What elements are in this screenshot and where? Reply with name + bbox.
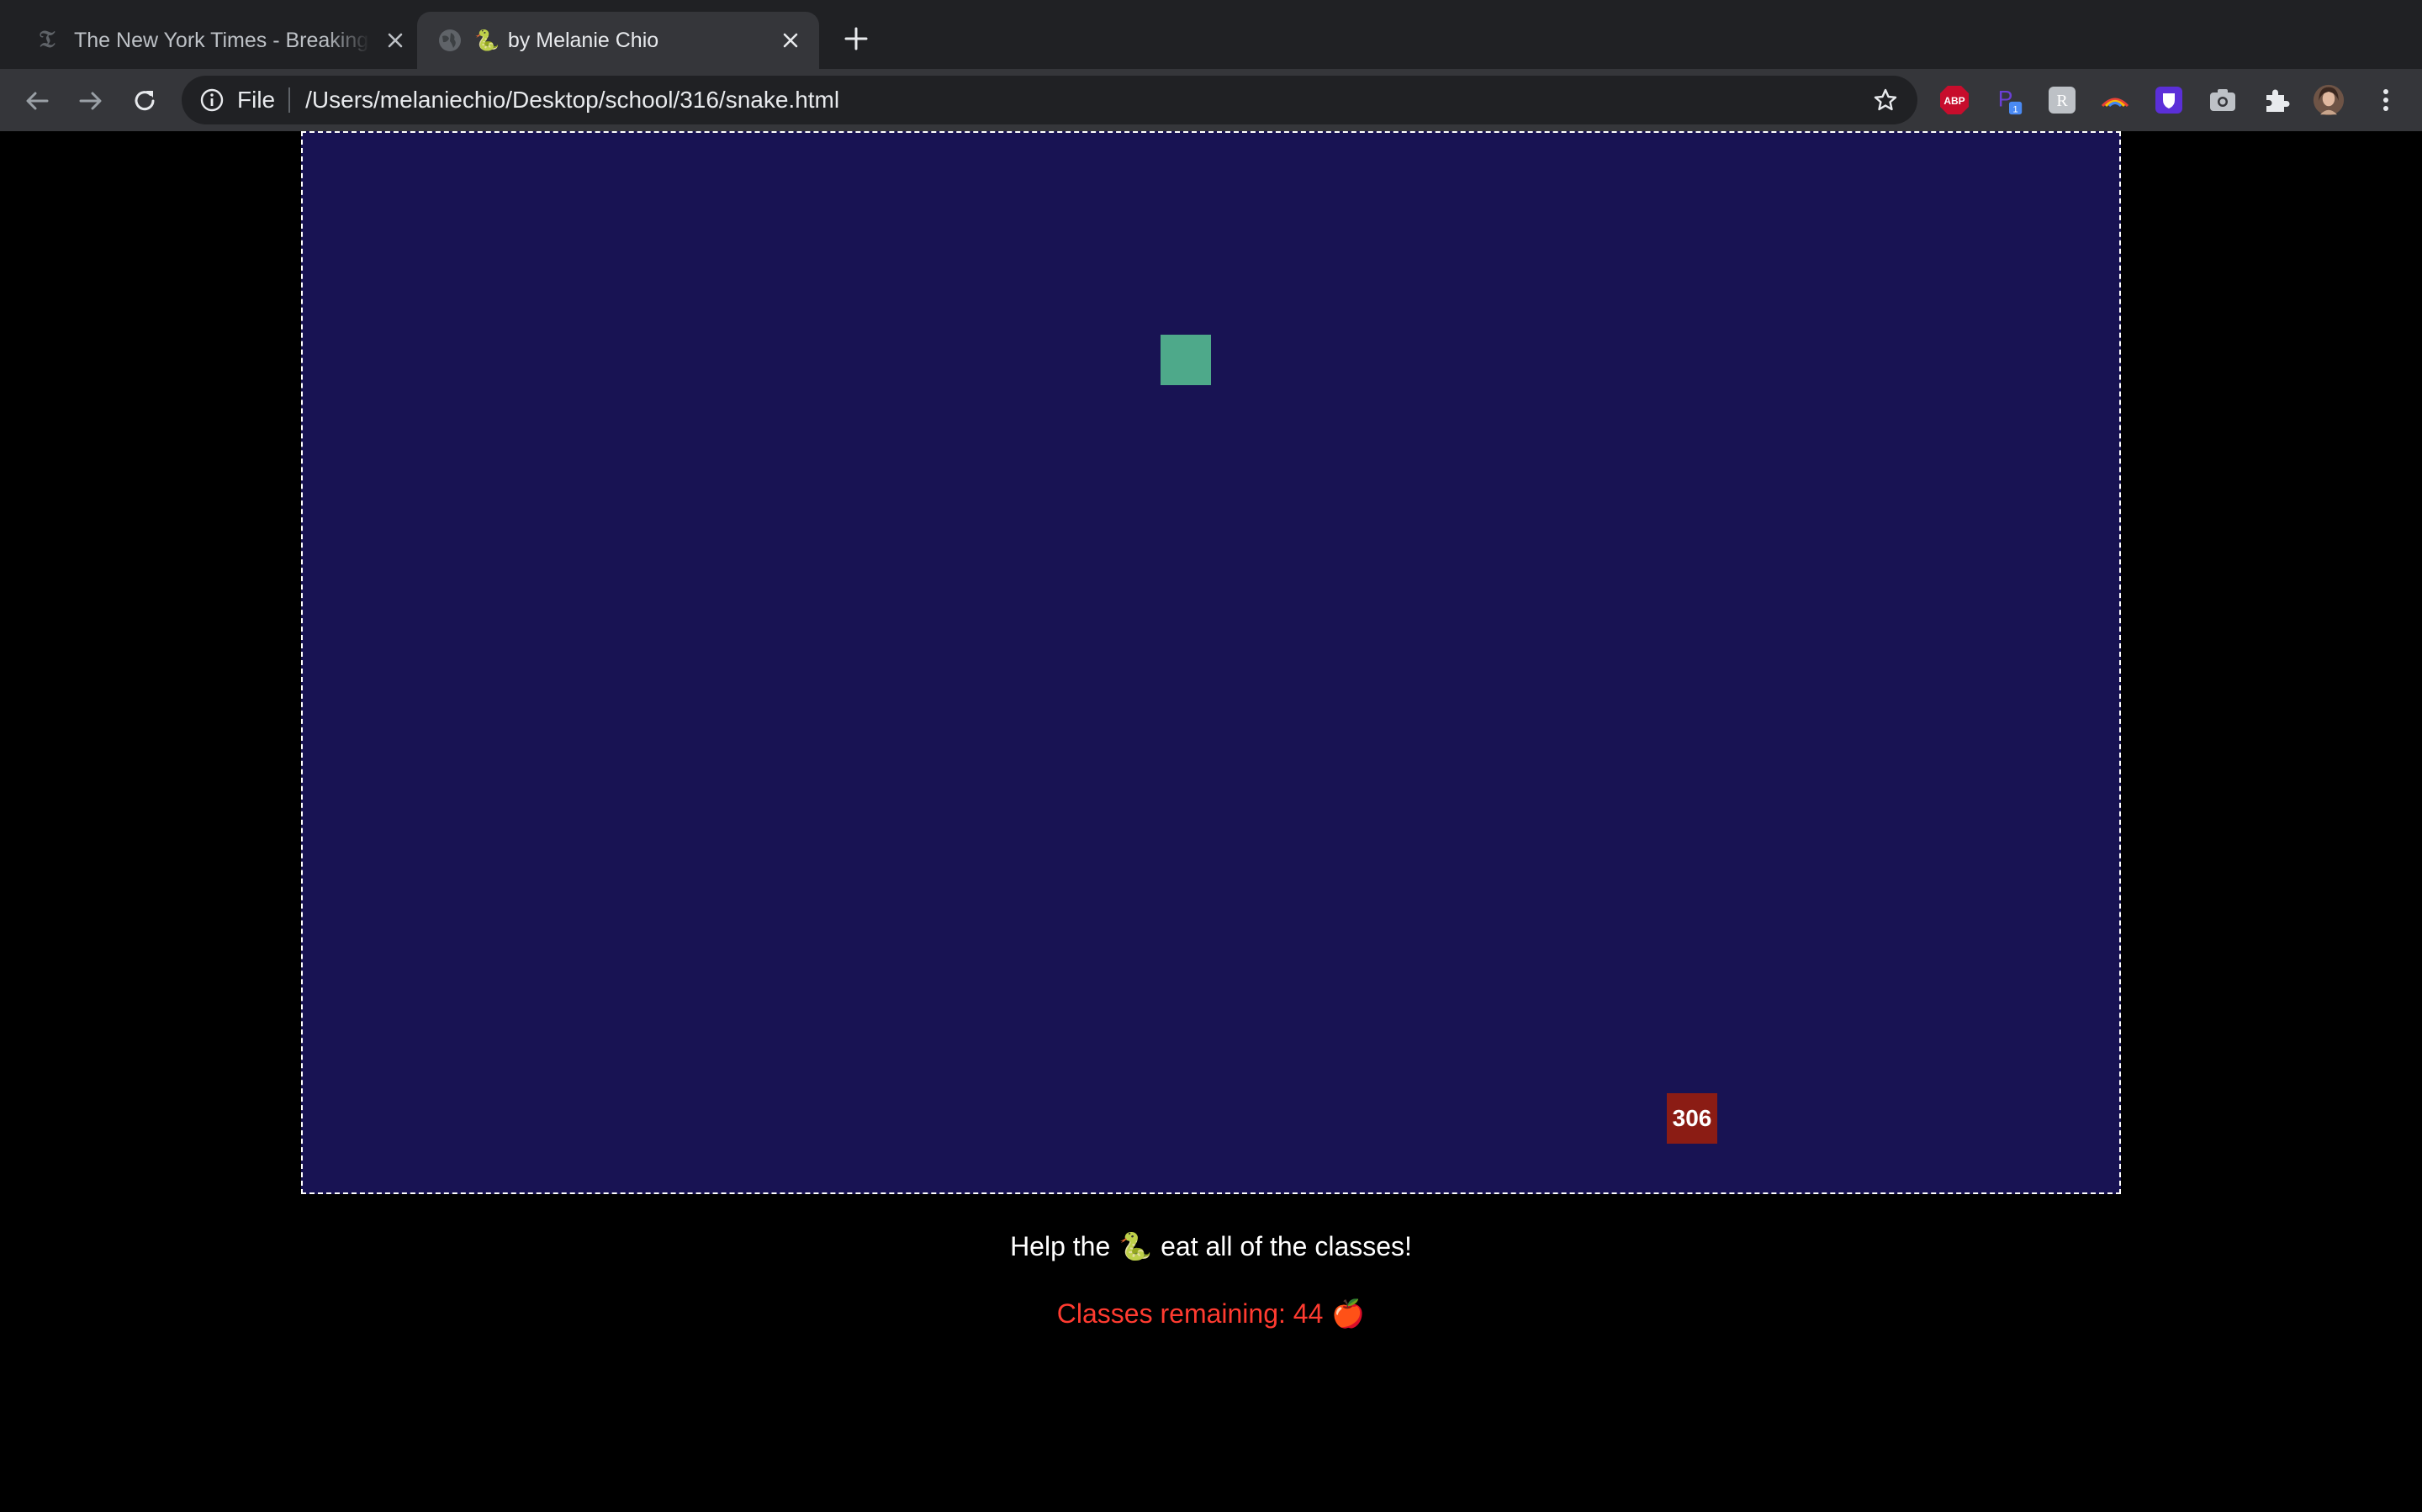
food-class-tile: 306 <box>1667 1093 1717 1144</box>
close-icon[interactable] <box>777 27 804 54</box>
extension-badge: 1 <box>2012 104 2017 114</box>
kebab-menu-icon[interactable] <box>2370 84 2402 116</box>
instructions-text: Help the 🐍 eat all of the classes! <box>0 1228 2422 1265</box>
extension-p-icon[interactable]: P 1 <box>1993 84 2025 116</box>
reload-icon[interactable] <box>128 84 161 118</box>
nyt-logo-icon: 𝔗 <box>39 27 56 53</box>
classes-remaining-label: Classes remaining: 44 <box>1056 1298 1324 1329</box>
plus-icon[interactable] <box>841 24 871 54</box>
extension-label: R <box>2056 92 2068 110</box>
url-text[interactable]: /Users/melaniechio/Desktop/school/316/sn… <box>305 87 839 114</box>
extension-label: ABP <box>1943 95 1965 107</box>
snake-emoji: 🐍 <box>474 29 500 52</box>
extension-shield-icon[interactable] <box>2153 84 2185 116</box>
classes-remaining: Classes remaining: 44 🍎 <box>0 1295 2422 1332</box>
info-icon[interactable] <box>198 87 225 114</box>
extension-r-icon[interactable]: R <box>2046 84 2078 116</box>
url-scheme: File <box>237 87 276 113</box>
url-separator <box>288 87 291 113</box>
close-icon[interactable] <box>382 27 409 54</box>
instructions-after: eat all of the classes! <box>1161 1231 1412 1261</box>
adblock-plus-icon[interactable]: ABP <box>1938 84 1970 116</box>
puzzle-icon[interactable] <box>2261 84 2292 116</box>
instructions-before: Help the <box>1010 1231 1111 1261</box>
back-arrow-icon[interactable] <box>20 84 54 118</box>
apple-emoji: 🍎 <box>1331 1298 1366 1329</box>
tab-strip: 𝔗 The New York Times - Breaking 🐍 by Mel… <box>0 0 2422 69</box>
camera-icon[interactable] <box>2207 84 2239 116</box>
profile-avatar[interactable] <box>2313 84 2345 116</box>
address-bar[interactable]: File /Users/melaniechio/Desktop/school/3… <box>182 76 1917 124</box>
tab-snake-game[interactable]: 🐍 by Melanie Chio <box>417 12 819 69</box>
bookmark-star-icon[interactable] <box>1872 87 1899 114</box>
rainbow-extension-icon[interactable] <box>2099 84 2131 116</box>
tab-nytimes[interactable]: 𝔗 The New York Times - Breaking <box>25 12 414 69</box>
tab-title: by Melanie Chio <box>507 28 659 52</box>
snake-head <box>1161 335 1211 385</box>
forward-arrow-icon[interactable] <box>74 84 108 118</box>
snake-emoji: 🐍 <box>1118 1231 1153 1261</box>
globe-icon <box>439 29 461 51</box>
tab-title: The New York Times - Breaking <box>74 28 369 52</box>
browser-toolbar: File /Users/melaniechio/Desktop/school/3… <box>0 69 2422 131</box>
game-board[interactable]: 306 <box>301 131 2121 1194</box>
